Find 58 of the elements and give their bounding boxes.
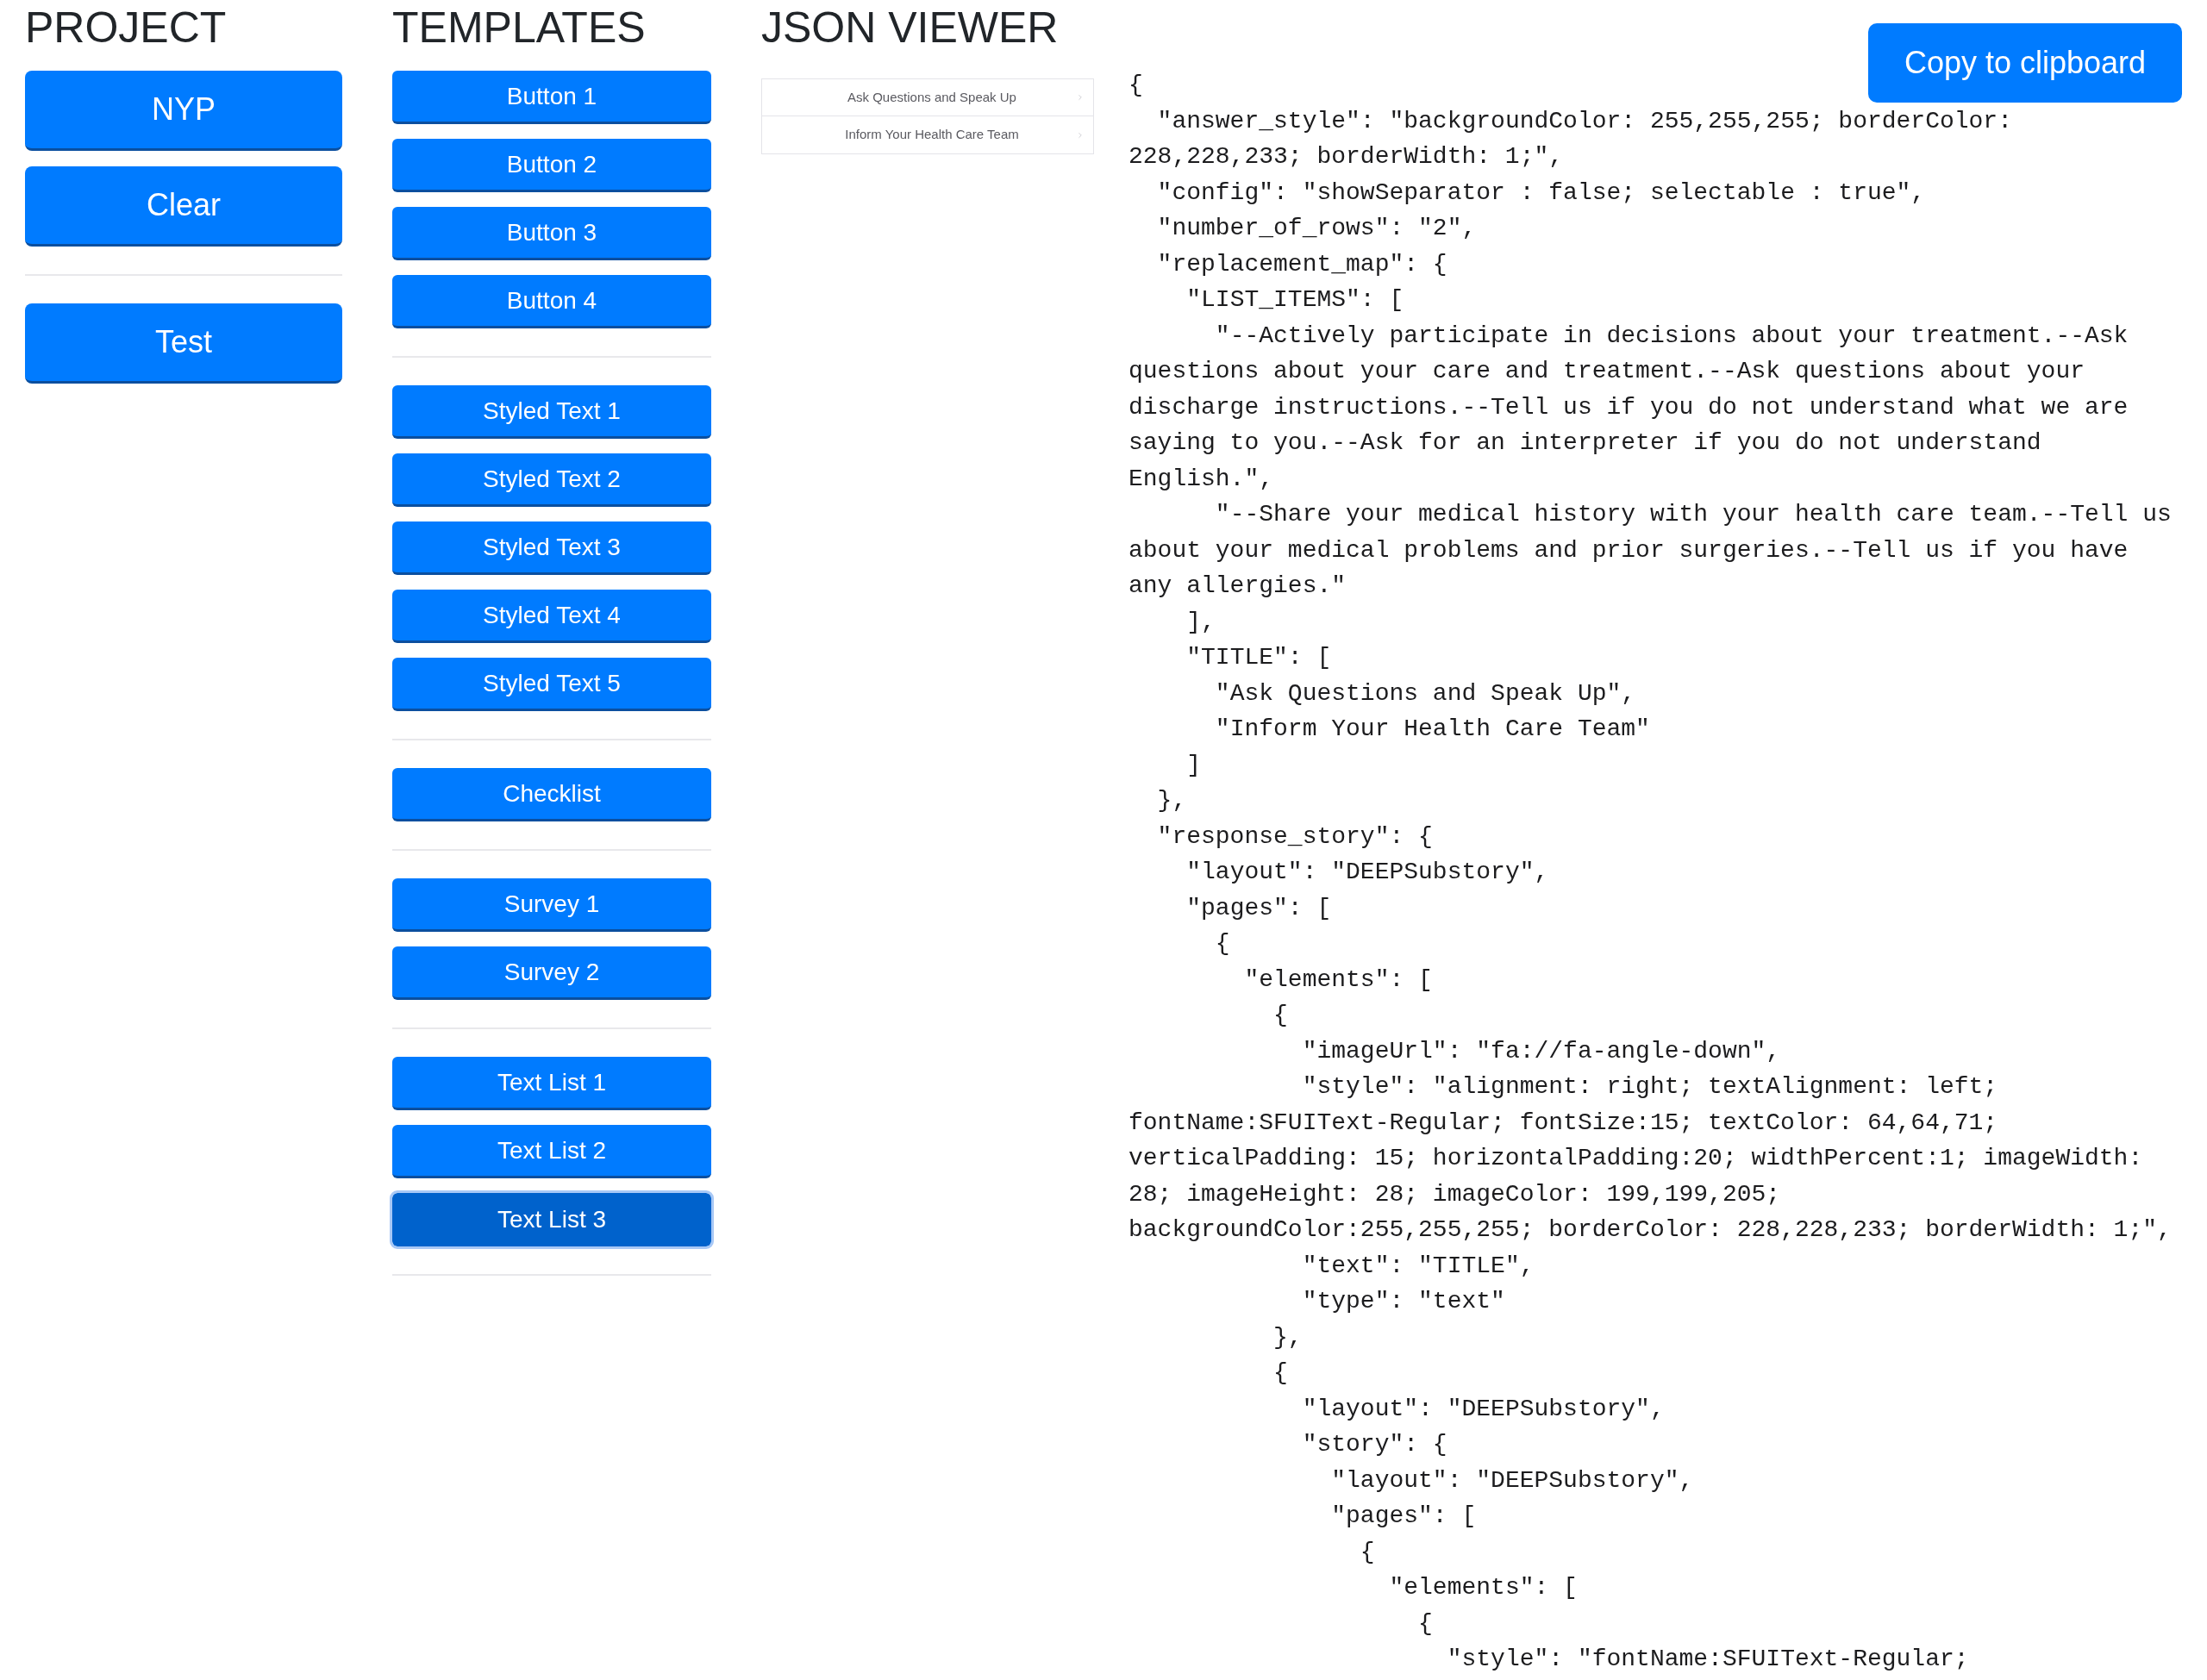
template-button[interactable]: Styled Text 3 [392, 521, 711, 575]
section-heading: JSON VIEWER [761, 6, 1060, 49]
code-line: "response_story": { [1156, 821, 1433, 852]
template-button[interactable]: Styled Text 1 [392, 385, 711, 439]
template-button[interactable]: Styled Text 4 [392, 590, 711, 643]
code-line: "Ask Questions and Speak Up", [1214, 678, 1636, 709]
code-line: ], [1185, 607, 1216, 637]
template-button[interactable]: Text List 1 [392, 1057, 711, 1110]
code-line: "style": "alignment: right; textAlignment: left; fontName:SFUIText-Regular; fontSize:15; textColor: 64,64,71; verticalPadding: 15; horizontalPadding:20; widthPercent:1; imageWidth: 28; imageHeight: 28; imageColor: 199,199,205; backgroundColor:255,255,255; borderColor: 228,228,233; borderWidth: 1;", [1129, 1072, 2173, 1245]
template-button[interactable]: Styled Text 5 [392, 658, 711, 711]
template-button[interactable]: Button 3 [392, 207, 711, 260]
code-line: "Inform Your Health Care Team" [1214, 715, 1650, 744]
code-line: "replacement_map": { [1156, 249, 1447, 279]
template-button[interactable]: Button 2 [392, 139, 711, 192]
code-line: { [1417, 1608, 1433, 1639]
code-line: "story": { [1301, 1430, 1447, 1459]
template-button[interactable]: Button 1 [392, 71, 711, 124]
row-title: Ask Questions and Speak Up [847, 88, 1016, 106]
code-line: { [1129, 71, 1143, 100]
code-line: "style": "fontName:SFUIText-Regular; [1446, 1645, 1969, 1674]
code-line: { [1272, 1358, 1288, 1388]
code-line: "--Actively participate in decisions about your treatment.--Ask questions about your care and treatment.--Ask questions about your discharge instructions.--Tell us if you do not understand what we are saying to you.--Ask for an interpreter if you do not understand English.", [1129, 321, 2129, 494]
code-line: "elements": [ [1388, 1573, 1578, 1602]
code-line: "--Share your medical history with your health care team.--Tell us about your medical problems and prior surgeries.--Tell us if you have any allergies." [1129, 500, 2173, 601]
code-line: ] [1185, 750, 1202, 780]
row-title: Inform Your Health Care Team [845, 126, 1019, 144]
project-button[interactable]: Test [25, 303, 342, 384]
code-line: { [1272, 1001, 1288, 1030]
code-line: "answer_style": "backgroundColor: 255,255,255; borderColor: 228,228,233; borderWidth: 1;", [1129, 106, 2013, 172]
section-heading: PROJECT [25, 6, 228, 49]
code-line: "layout": "DEEPSubstory", [1301, 1394, 1665, 1424]
code-line: "LIST_ITEMS": [ [1185, 285, 1404, 315]
code-line: "pages": [ [1330, 1502, 1477, 1531]
template-button[interactable]: Checklist [392, 768, 711, 821]
template-button[interactable]: Text List 3 [390, 1190, 714, 1249]
code-line: "number_of_rows": "2", [1156, 214, 1477, 243]
code-line: "imageUrl": "fa://fa-angle-down", [1301, 1036, 1781, 1066]
code-line: "type": "text" [1301, 1287, 1505, 1316]
code-line: "layout": "DEEPSubstory", [1330, 1465, 1694, 1496]
code-line: "config": "showSeparator : false; selectable : true", [1156, 178, 1926, 208]
code-line: "TITLE": [ [1185, 643, 1332, 672]
code-line: "elements": [ [1243, 965, 1433, 995]
code-line: }, [1272, 1322, 1303, 1352]
template-button[interactable]: Styled Text 2 [392, 453, 711, 507]
template-button[interactable]: Button 4 [392, 275, 711, 328]
template-button[interactable]: Survey 1 [392, 878, 711, 932]
template-button[interactable]: Text List 2 [392, 1125, 711, 1178]
project-button[interactable]: NYP [25, 71, 342, 151]
code-line: "pages": [ [1185, 893, 1332, 923]
code-line: }, [1156, 786, 1187, 815]
code-line: { [1214, 929, 1230, 959]
section-heading: TEMPLATES [392, 6, 647, 49]
copy-button[interactable]: Copy to clipboard [1868, 23, 2182, 103]
template-button[interactable]: Survey 2 [392, 946, 711, 1000]
code-line: "layout": "DEEPSubstory", [1185, 858, 1549, 887]
project-button[interactable]: Clear [25, 166, 342, 247]
code-line: { [1359, 1537, 1375, 1567]
code-line: "text": "TITLE", [1301, 1251, 1535, 1281]
